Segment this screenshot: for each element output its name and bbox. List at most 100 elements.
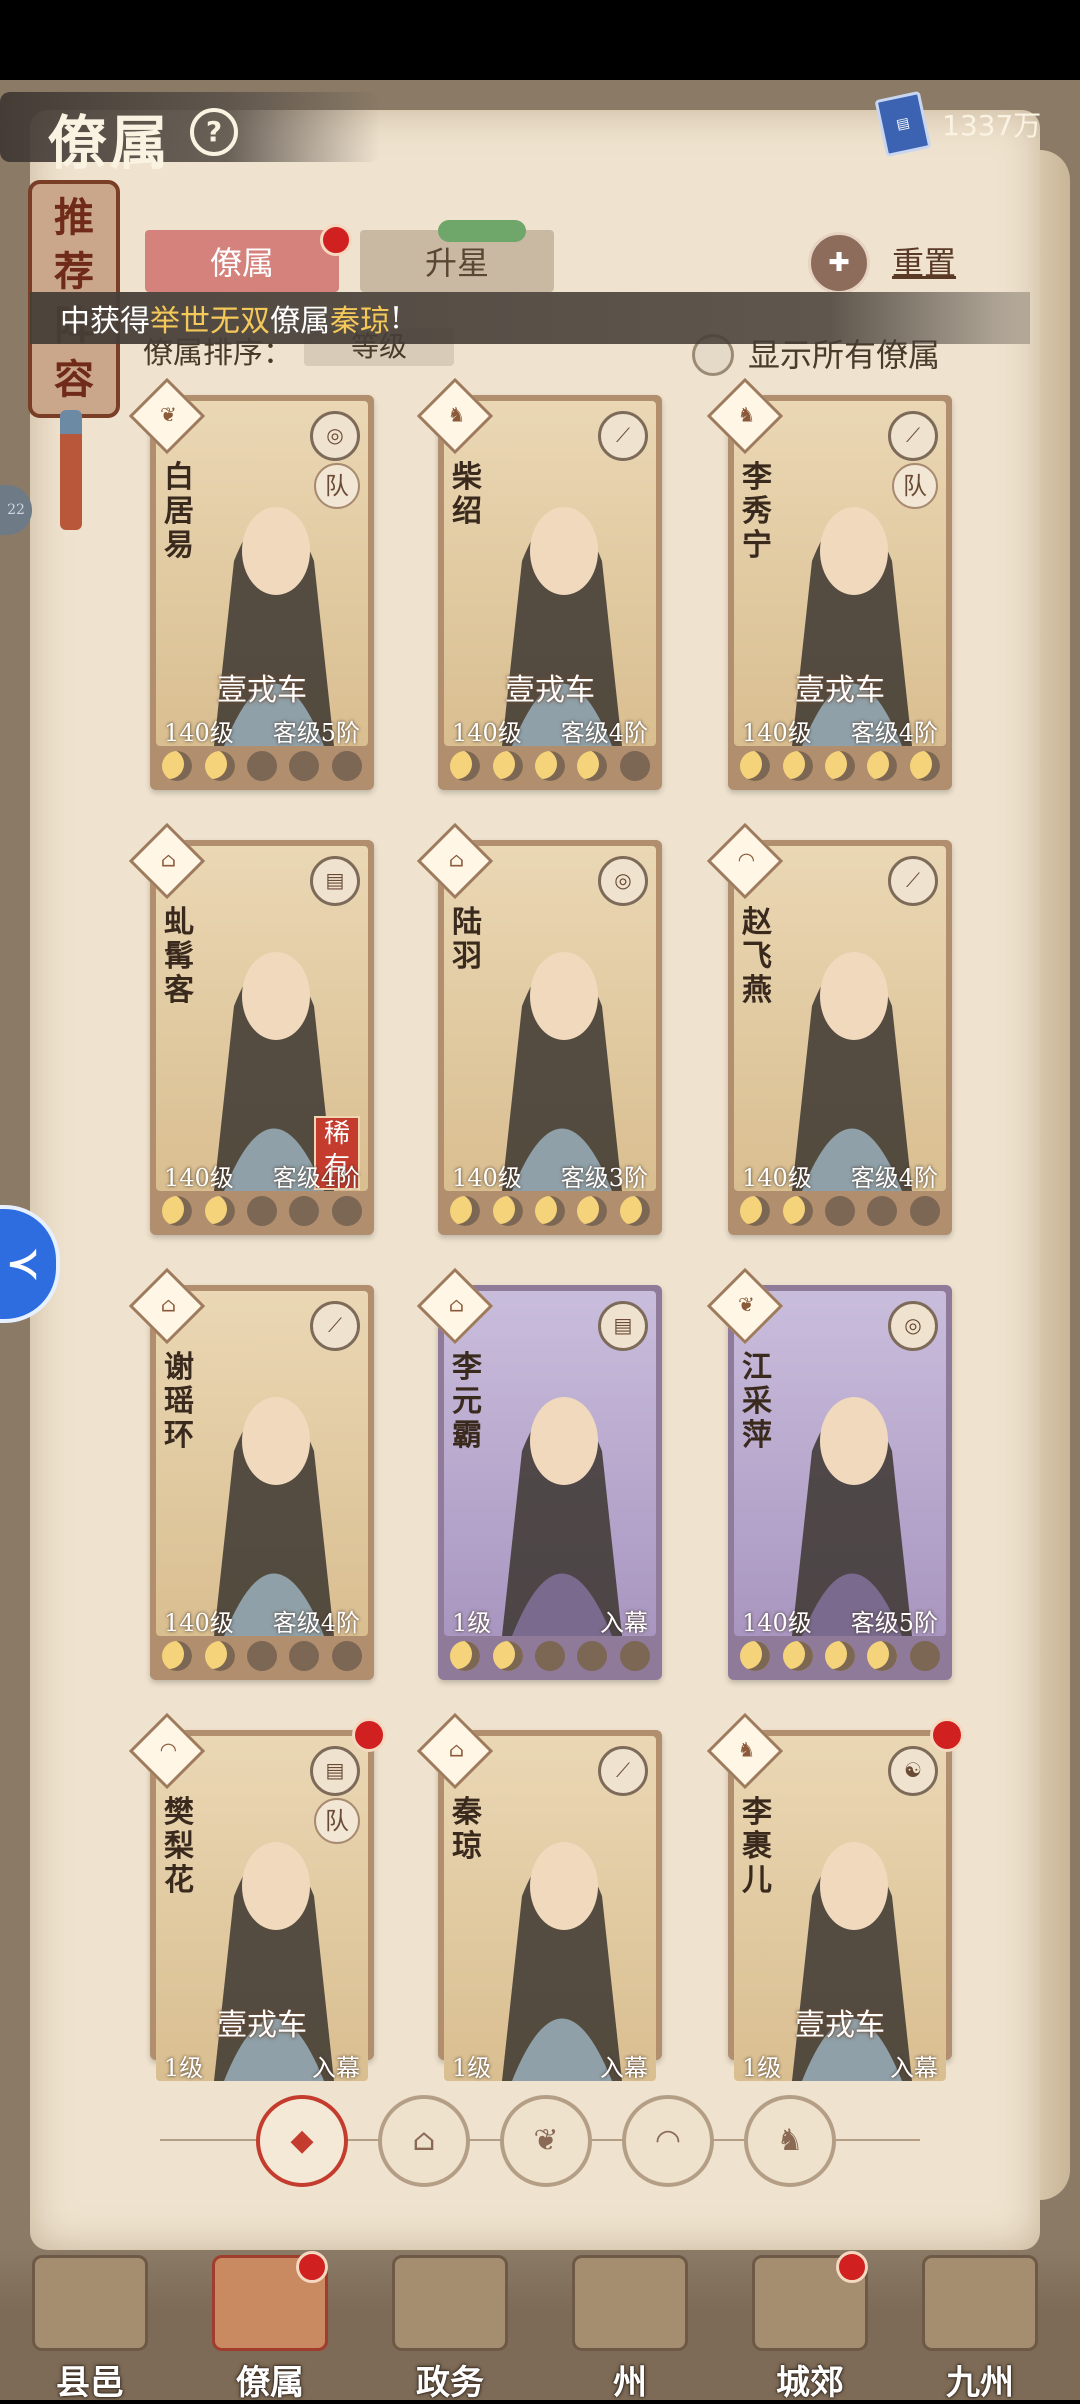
moon-icon [204,751,235,781]
fan-icon[interactable]: ◠ [622,2095,714,2187]
moon-icon [289,751,320,781]
moon-icon [534,1196,565,1226]
star-label: 壹戎车 [795,2008,885,2043]
retainer-rank: 入幕 [600,1609,648,1636]
retainer-level: 140级 [452,1164,522,1191]
star-moons [156,1194,368,1228]
tab-mini-badge [438,220,526,242]
notification-dot [930,1718,964,1752]
retainer-portrait: 樊梨花 ▤ 队壹戎车 1级 入幕 [156,1736,368,2081]
star-moons [444,1194,656,1228]
retainer-name: 柴绍 [452,460,482,529]
nav-label: 僚属 [236,2363,304,2403]
retainer-level: 1级 [452,1609,492,1636]
moon-icon [619,751,650,781]
retainer-portrait: 秦琼 ⟋ 1级 入幕 [444,1736,656,2081]
retainer-level: 140级 [452,719,522,746]
retainer-level: 1级 [164,2054,204,2081]
retainer-name: 李元霸 [452,1350,482,1453]
toast-prefix: 中获得 [60,304,150,339]
retainer-card[interactable]: 李裹儿 ☯ 壹戎车 1级 入幕 ♞ [706,1712,964,2081]
notification-dot [352,1718,386,1752]
retainer-level: 140级 [164,1609,234,1636]
reward-toast: 中获得 举世无双 僚属 秦琼 ! [30,292,1030,344]
feather-icon[interactable]: ❦ [500,2095,592,2187]
moon-icon [577,751,608,781]
town-gate-icon [32,2255,148,2351]
nav-item[interactable]: 城郊 [740,2251,880,2403]
moon-icon [867,751,898,781]
moon-icon [534,751,565,781]
retainer-portrait: 柴绍 ⟋ 壹戎车 140级 客级4阶 [444,401,656,746]
sword-icon: ⟋ [888,856,938,906]
retainer-level: 140级 [742,1164,812,1191]
book-icon: ▤ [598,1301,648,1351]
moon-icon [331,1641,362,1671]
retainer-card[interactable]: 柴绍 ⟋ 壹戎车 140级 客级4阶 ♞ [416,377,662,790]
book-icon: ▤ [874,90,932,158]
retainer-card[interactable]: 江采萍 ◎ 140级 客级5阶 ❦ [706,1267,952,1680]
diamond-icon[interactable]: ◆ [256,2095,348,2187]
moon-icon [619,1196,650,1226]
star-moons [734,1639,946,1673]
status-bar [0,0,1080,80]
star-label: 壹戎车 [795,673,885,708]
retainer-card[interactable]: 谢瑶环 ⟋ 140级 客级4阶 ⌂ [128,1267,374,1680]
help-icon[interactable]: ? [190,108,238,156]
retainer-portrait: 李元霸 ▤ 1级 入幕 [444,1291,656,1636]
moon-icon [450,1196,481,1226]
retainer-name: 李裹儿 [742,1795,772,1898]
horse-icon[interactable]: ♞ [744,2095,836,2187]
moon-icon [450,751,481,781]
nav-item[interactable]: 政务 [380,2255,520,2403]
moon-icon [450,1641,481,1671]
retainer-card[interactable]: 樊梨花 ▤ 队壹戎车 1级 入幕 ◠ [128,1712,386,2081]
nav-label: 政务 [416,2363,484,2403]
toast-suffix: ! [390,300,403,336]
mountain-icon [572,2255,688,2351]
retainer-card[interactable]: 陆羽 ◎ 140级 客级3阶 ⌂ [416,822,662,1235]
star-label: 壹戎车 [217,2008,307,2043]
retainer-rank: 客级4阶 [272,1609,360,1636]
moon-icon [740,751,771,781]
character-illustration [214,1397,334,1636]
tassel-decoration [60,410,82,530]
moon-icon [577,1196,608,1226]
currency-value: 1337万 [942,109,1042,142]
nav-item[interactable]: 僚属 [200,2251,340,2403]
retainer-card[interactable]: 李秀宁 ⟋ 队壹戎车 140级 客级4阶 ♞ [706,377,952,790]
retainer-card[interactable]: 赵飞燕 ⟋ 140级 客级4阶 ◠ [706,822,952,1235]
star-moons [156,749,368,783]
currency-display[interactable]: ▤ 1337万 [874,90,1042,158]
moon-icon [246,751,277,781]
tab-retainers[interactable]: 僚属 [145,230,339,292]
moon-icon [204,1196,235,1226]
retainer-card[interactable]: 李元霸 ▤ 1级 入幕 ⌂ [416,1267,662,1680]
moon-icon [740,1641,771,1671]
drum-icon: ◎ [888,1301,938,1351]
reset-button[interactable]: 重置 [892,238,956,284]
retainer-level: 140级 [164,1164,234,1191]
moon-icon [824,751,855,781]
sword-icon: ⟋ [598,411,648,461]
retainer-portrait: 谢瑶环 ⟋ 140级 客级4阶 [156,1291,368,1636]
nav-item[interactable]: 九州 [910,2255,1050,2403]
moon-icon [824,1641,855,1671]
retainer-name: 虬髯客 [164,905,194,1008]
star-moons [734,749,946,783]
pagoda-icon[interactable]: ⌂ [378,2095,470,2187]
notification-dot [320,224,352,256]
moon-icon [162,1196,193,1226]
moon-icon [577,1641,608,1671]
nav-item[interactable]: 县邑 [20,2255,160,2403]
moon-icon [867,1641,898,1671]
sword-icon: ⟋ [310,1301,360,1351]
scrolls-icon [392,2255,508,2351]
toast-highlight: 举世无双 [150,304,270,339]
retainer-card[interactable]: 白居易 ◎ 队壹戎车 140级 客级5阶 ❦ [128,377,374,790]
nav-item[interactable]: 州 [560,2255,700,2403]
retainer-card[interactable]: 秦琼 ⟋ 1级 入幕 ⌂ [416,1712,662,2081]
sword-icon: ⟋ [888,411,938,461]
reset-icon[interactable]: ✚ [808,232,870,294]
retainer-card[interactable]: 虬髯客 ▤ 稀有 140级 客级4阶 ⌂ [128,822,374,1235]
